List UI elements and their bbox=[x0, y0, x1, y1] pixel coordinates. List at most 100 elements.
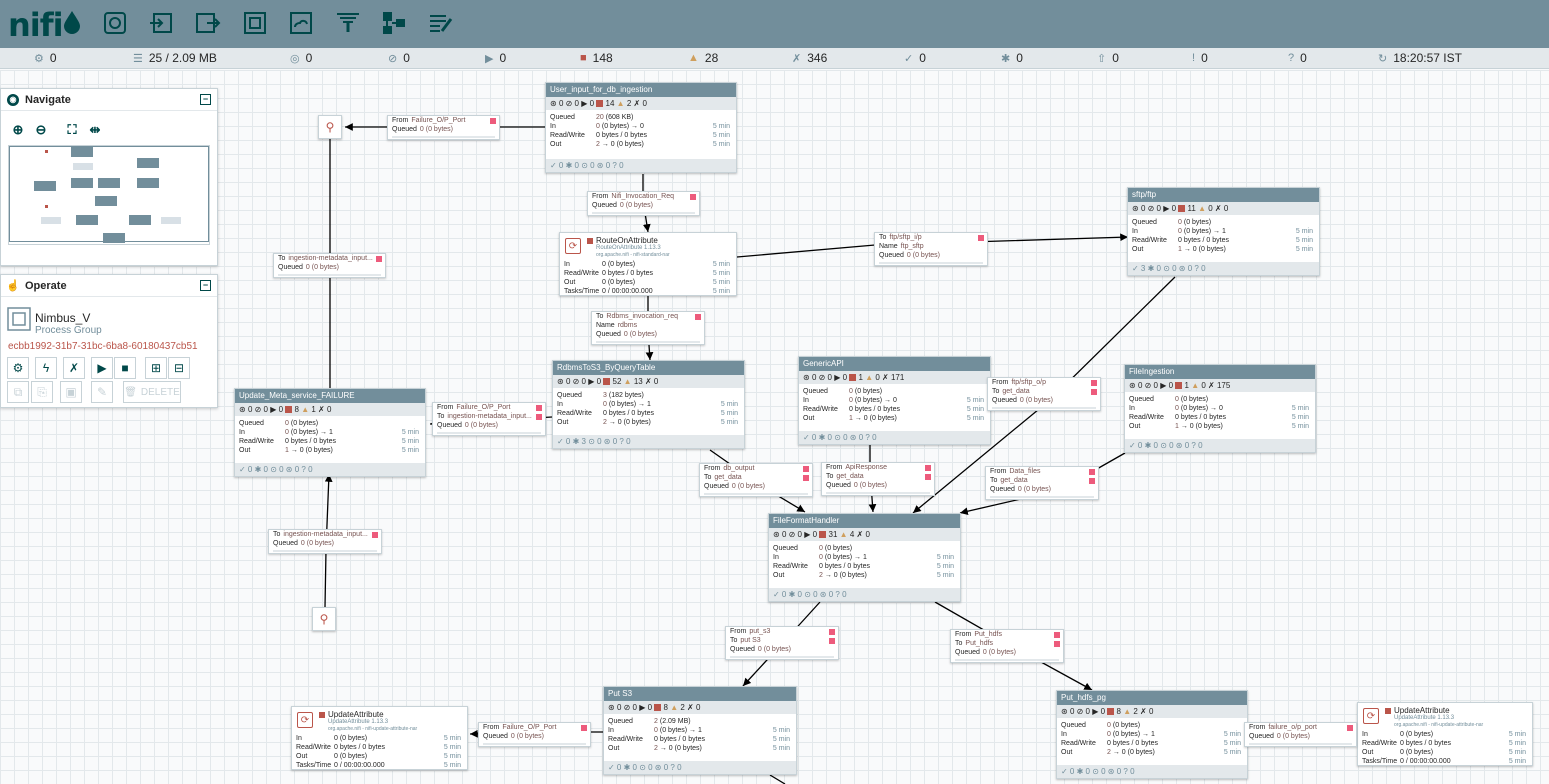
remote-process-group-icon[interactable] bbox=[286, 8, 316, 38]
stopped-icon bbox=[1089, 469, 1095, 475]
enable-icon[interactable]: ϟ bbox=[35, 357, 57, 379]
failure-output-port-bottom[interactable]: ⚲ bbox=[312, 607, 336, 631]
connection-ftp-output[interactable]: From ftp/sftp_o/p To get_data Queued 0 (0 b… bbox=[987, 377, 1101, 411]
connection-failure-op-2[interactable]: From Failure_O/P_Port To ingestion-metadat… bbox=[432, 402, 546, 436]
group-version-bar: ✓ 0 ✱ 0 ⊙ 0 ⊛ 0 ? 0 bbox=[1125, 439, 1315, 452]
exclamation-icon: ! bbox=[1192, 52, 1196, 64]
output-port-icon[interactable] bbox=[193, 8, 223, 38]
viewport-rect[interactable] bbox=[9, 146, 209, 242]
mini-group bbox=[137, 178, 159, 188]
stop-icon: ■ bbox=[580, 52, 587, 64]
processor-update-attribute-right[interactable]: ⟳ UpdateAttribute UpdateAttribute 1.13.3… bbox=[1357, 702, 1533, 766]
processor-icon[interactable] bbox=[100, 8, 130, 38]
process-group-file-format[interactable]: FileFormatHandler ⊛ 0 ⊘ 0 ▶ 0 31 ▲ 4 ✗ 0… bbox=[768, 513, 961, 602]
zoom-out-icon[interactable]: ⊖ bbox=[32, 121, 50, 139]
template-icon[interactable] bbox=[379, 8, 409, 38]
nifi-logo: nifi bbox=[8, 6, 81, 44]
birdseye-view[interactable] bbox=[8, 145, 210, 245]
not-transmitting-status: ⊘ 0 bbox=[388, 51, 410, 65]
row-queued: Queued 0 (0 bytes) bbox=[773, 545, 853, 552]
group-title: Put_hdfs_pg bbox=[1057, 691, 1247, 705]
funnel-icon[interactable] bbox=[333, 8, 363, 38]
process-group-icon[interactable] bbox=[240, 8, 270, 38]
process-group-update-meta[interactable]: Update_Meta_service_FAILURE ⊛ 0 ⊘ 0 ▶ 0 … bbox=[234, 388, 426, 477]
stopped-icon bbox=[1054, 641, 1060, 647]
connection-put-s3[interactable]: From put_s3 To put S3 Queued 0 (0 bytes) bbox=[725, 626, 839, 660]
process-group-rdbms[interactable]: RdbmsToS3_ByQueryTable ⊛ 0 ⊘ 0 ▶ 0 52 ▲ … bbox=[552, 360, 745, 449]
stopped-icon bbox=[1091, 380, 1097, 386]
process-group-generic-api[interactable]: GenericAPI ⊛ 0 ⊘ 0 ▶ 0 1 ▲ 0 ✗ 171 Queue… bbox=[798, 356, 991, 445]
connection-api-response[interactable]: From ApiResponse To get_data Queued 0 (0 by… bbox=[821, 462, 935, 496]
row-in: In 0 (0 bytes) → 05 min bbox=[550, 123, 730, 130]
stop-icon[interactable]: ■ bbox=[114, 357, 136, 379]
connection-lines bbox=[324, 123, 1358, 784]
process-group-user-input[interactable]: User_input_for_db_ingestion ⊛ 0 ⊘ 0 ▶ 0 … bbox=[545, 82, 737, 173]
connection-ingestion-bottom[interactable]: To ingestion-metadata_input... Queued 0 (0… bbox=[268, 529, 382, 554]
collapse-icon[interactable]: − bbox=[200, 94, 211, 105]
last-refreshed[interactable]: ↻ 18:20:57 IST bbox=[1378, 51, 1462, 65]
zoom-in-icon[interactable]: ⊕ bbox=[9, 121, 27, 139]
group-icon[interactable]: ▣ bbox=[60, 381, 82, 403]
start-icon[interactable]: ▶ bbox=[91, 357, 113, 379]
mini-port bbox=[45, 205, 48, 208]
row-out: Out 2 → 0 (0 bytes) 5 min bbox=[1061, 749, 1241, 756]
upload-template-icon[interactable]: ⊟ bbox=[168, 357, 190, 379]
flow-status-bar: ⚙ 0 ☰ 25 / 2.09 MB ◎ 0 ⊘ 0 ▶ 0 ■ 148 ▲ 28 ✗ 346 … bbox=[0, 48, 1549, 69]
create-template-icon[interactable]: ⊞ bbox=[145, 357, 167, 379]
connection-nifi-invocation[interactable]: From Nifi_Invocation_Req Queued 0 (0 bytes… bbox=[587, 191, 700, 216]
connection-db-output[interactable]: From db_output To get_data Queued 0 (0 byte… bbox=[699, 463, 813, 497]
connection-data-files[interactable]: From Data_files To get_data Queued 0 (0 byt… bbox=[985, 466, 1099, 500]
paste-icon[interactable]: ⎘ bbox=[31, 381, 53, 403]
row-out: Out 1 → 0 (0 bytes) 5 min bbox=[1129, 423, 1309, 430]
fit-icon[interactable]: ⛶ bbox=[63, 121, 81, 139]
process-group-put-s3[interactable]: Put S3 ⊛ 0 ⊘ 0 ▶ 0 8 ▲ 2 ✗ 0 Queued 2 (2.… bbox=[603, 686, 797, 775]
group-version-bar: ✓ 0 ✱ 0 ⊙ 0 ⊛ 0 ? 0 bbox=[1057, 765, 1247, 778]
process-group-sftp[interactable]: sftp/ftp ⊛ 0 ⊘ 0 ▶ 0 11 ▲ 0 ✗ 0 Queued 0 … bbox=[1127, 187, 1320, 276]
copy-icon[interactable]: ⧉ bbox=[7, 381, 29, 403]
connection-put-hdfs[interactable]: From Put_hdfs To Put_hdfs Queued 0 (0 bytes… bbox=[950, 629, 1064, 663]
connection-to-ftp[interactable]: To ftp/sftp_i/p Name ftp_sftp Queued 0 (0 b… bbox=[874, 232, 988, 266]
group-status-bar: ⊛ 0 ⊘ 0 ▶ 0 52 ▲ 13 ✗ 0 bbox=[553, 375, 744, 388]
connection-ingestion-top[interactable]: To ingestion-metadata_input... Queued 0 (0… bbox=[273, 253, 386, 278]
flow-canvas[interactable]: ⚲ ⚲ ◉ Navigate − ⊕ ⊖ ⛶ ⇹ ☝ Operate − Nim… bbox=[0, 70, 1549, 784]
connection-failure-op-4[interactable]: From failure_o/p_port Queued 0 (0 bytes) bbox=[1244, 722, 1357, 747]
configure-icon[interactable]: ⚙ bbox=[7, 357, 29, 379]
processor-bundle: org.apache.nifi - nifi-standard-nar bbox=[596, 252, 670, 258]
selected-id: ecbb1992-31b7-31bc-6ba8-60180437cb51 bbox=[8, 341, 198, 352]
processor-icon: ⟳ bbox=[297, 712, 313, 728]
row-rw: Read/Write 0 bytes / 0 bytes 5 min bbox=[1362, 740, 1526, 747]
color-icon[interactable]: ✎ bbox=[91, 381, 113, 403]
input-port-icon[interactable] bbox=[146, 8, 176, 38]
row-in: In 0 (0 bytes) 5 min bbox=[296, 735, 461, 742]
process-group-put-hdfs[interactable]: Put_hdfs_pg ⊛ 0 ⊘ 0 ▶ 0 8 ▲ 2 ✗ 0 Queued… bbox=[1056, 690, 1248, 779]
navigate-header[interactable]: ◉ Navigate − bbox=[1, 89, 217, 111]
processor-type: UpdateAttribute 1.13.3 bbox=[1394, 715, 1455, 721]
processor-icon: ⟳ bbox=[1363, 708, 1379, 724]
connection-failure-op[interactable]: From Failure_O/P_Port Queued 0 (0 bytes) bbox=[387, 115, 500, 140]
group-status-bar: ⊛ 0 ⊘ 0 ▶ 0 31 ▲ 4 ✗ 0 bbox=[769, 528, 960, 541]
row-out: Out 1 → 0 (0 bytes) 5 min bbox=[1132, 246, 1313, 253]
row-queued: Queued 0 (0 bytes) bbox=[1129, 396, 1209, 403]
process-group-file-ingestion[interactable]: FileIngestion ⊛ 0 ⊘ 0 ▶ 0 1 ▲ 0 ✗ 175 Qu… bbox=[1124, 364, 1316, 453]
row-out: Out 0 (0 bytes) 5 min bbox=[296, 753, 461, 760]
connection-failure-op-3[interactable]: From Failure_O/P_Port Queued 0 (0 bytes) bbox=[478, 722, 591, 747]
disable-icon[interactable]: ✗ bbox=[63, 357, 85, 379]
row-rw: Read/Write 0 bytes / 0 bytes 5 min bbox=[564, 270, 730, 277]
delete-button[interactable]: 🗑 DELETE bbox=[123, 381, 181, 403]
disabled-icon: ✗ bbox=[792, 52, 802, 65]
queued-status: ☰ 25 / 2.09 MB bbox=[133, 51, 217, 65]
operate-header[interactable]: ☝ Operate − bbox=[1, 275, 217, 297]
failure-output-port[interactable]: ⚲ bbox=[318, 115, 342, 139]
stopped-icon bbox=[1054, 632, 1060, 638]
actual-size-icon[interactable]: ⇹ bbox=[86, 121, 104, 139]
stopped-icon bbox=[803, 475, 809, 481]
stopped-icon bbox=[490, 118, 496, 124]
nifi-drop-icon bbox=[63, 11, 80, 34]
selected-name: Nimbus_V bbox=[35, 311, 91, 325]
label-icon[interactable] bbox=[426, 8, 456, 38]
connection-rdbms-invocation[interactable]: To Rdbms_invocation_req Name rdbms Queued 0… bbox=[591, 311, 705, 345]
processor-update-attribute-left[interactable]: ⟳ UpdateAttribute UpdateAttribute 1.13.3… bbox=[291, 706, 468, 770]
processor-bundle: org.apache.nifi - nifi-update-attribute-… bbox=[1394, 722, 1484, 728]
collapse-icon[interactable]: − bbox=[200, 280, 211, 291]
processor-route-on-attribute[interactable]: ⟳ RouteOnAttribute RouteOnAttribute 1.13… bbox=[559, 232, 737, 296]
